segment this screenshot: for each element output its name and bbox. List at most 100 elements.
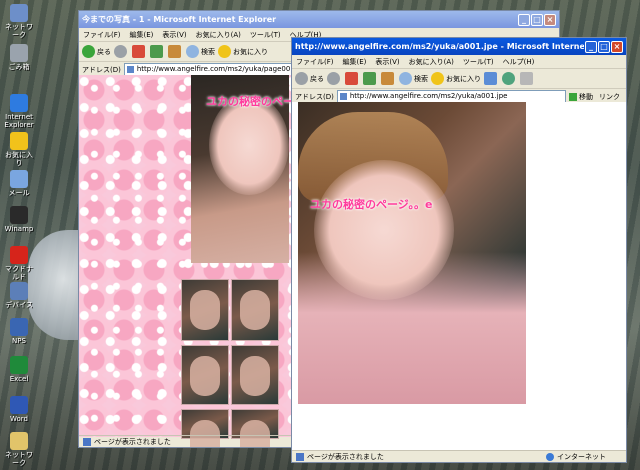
stop-icon (345, 72, 358, 85)
desktop-icon[interactable]: ネットワーク (2, 432, 36, 467)
desktop-icon[interactable]: デバイス (2, 282, 36, 309)
title-bar[interactable]: 今までの写真 - 1 - Microsoft Internet Explorer… (79, 11, 559, 28)
thumbnail-photo[interactable] (231, 279, 279, 341)
mcafee-icon (10, 246, 28, 264)
menu-file[interactable]: ファイル(F) (296, 57, 334, 67)
page-done-icon (296, 452, 304, 461)
desktop-icon-label: ネットワーク (5, 23, 33, 39)
stop-button[interactable] (132, 45, 147, 59)
desktop-icon-label: Word (10, 415, 28, 423)
ie-icon (10, 94, 28, 112)
blurred-face (314, 160, 454, 300)
desktop-icon[interactable]: NPS (2, 318, 36, 345)
favorites-button[interactable]: お気に入り (431, 72, 481, 86)
desktop-icon[interactable]: Excel (2, 356, 36, 383)
forward-button[interactable] (114, 45, 129, 59)
links-button[interactable]: リンク (599, 92, 620, 102)
favorites-button[interactable]: お気に入り (218, 45, 268, 59)
back-button[interactable]: 戻る (82, 45, 111, 59)
stop-button[interactable] (345, 72, 360, 86)
ie-window-front[interactable]: http://www.angelfire.com/ms2/yuka/a001.j… (291, 37, 627, 463)
globe-icon (546, 452, 554, 461)
main-photo (298, 102, 526, 404)
menu-tools[interactable]: ツール(T) (463, 57, 494, 67)
maximize-button[interactable]: □ (531, 13, 543, 26)
star-icon (431, 72, 444, 85)
status-bar: ページが表示されました インターネット (292, 450, 626, 462)
desktop-icon[interactable]: お気に入り (2, 132, 36, 167)
printer-icon (520, 72, 533, 85)
desktop-icon[interactable]: Word (2, 396, 36, 423)
forward-arrow-icon (114, 45, 127, 58)
desktop-icon[interactable]: Winamp (2, 206, 36, 233)
media-icon (484, 72, 497, 85)
thumbnail-photo[interactable] (231, 345, 279, 405)
close-button[interactable]: × (544, 13, 556, 26)
desktop-icon-label: メール (8, 189, 30, 197)
search-button[interactable]: 検索 (399, 72, 428, 86)
menu-edit[interactable]: 編集(E) (343, 57, 367, 67)
nps-icon (10, 318, 28, 336)
desktop-icon[interactable]: ごみ箱 (2, 44, 36, 71)
forward-button[interactable] (327, 72, 342, 86)
word-icon (10, 396, 28, 414)
status-text: ページが表示されました (307, 452, 384, 461)
close-button[interactable]: × (611, 40, 623, 53)
desktop-icon-label: Internet Explorer (4, 113, 34, 129)
folder-icon (10, 432, 28, 450)
thumbnail-photo[interactable] (181, 279, 229, 341)
menu-view[interactable]: 表示(V) (162, 30, 186, 40)
menu-help[interactable]: ヘルプ(H) (503, 57, 535, 67)
menu-tools[interactable]: ツール(T) (250, 30, 281, 40)
desktop-icon[interactable]: メール (2, 170, 36, 197)
back-arrow-icon (295, 72, 308, 85)
photo-caption: ユカの秘密のページ。。e (310, 198, 433, 211)
device-icon (10, 282, 28, 300)
desktop-icon[interactable]: Internet Explorer (2, 94, 36, 129)
menu-edit[interactable]: 編集(E) (130, 30, 154, 40)
home-button[interactable] (381, 72, 396, 86)
search-icon (399, 72, 412, 85)
go-button[interactable]: 移動 (579, 92, 593, 102)
blurred-face (209, 95, 289, 195)
window-title: 今までの写真 - 1 - Microsoft Internet Explorer (82, 15, 277, 24)
minimize-button[interactable]: _ (518, 13, 530, 26)
page-icon (339, 93, 347, 100)
refresh-button[interactable] (363, 72, 378, 86)
home-icon (168, 45, 181, 58)
history-button[interactable] (502, 72, 517, 86)
back-button[interactable]: 戻る (295, 72, 324, 86)
refresh-icon (363, 72, 376, 85)
mail-icon (10, 170, 28, 188)
go-arrow-icon[interactable] (569, 92, 577, 101)
media-button[interactable] (484, 72, 499, 86)
home-button[interactable] (168, 45, 183, 59)
desktop-icon[interactable]: ネットワーク (2, 4, 36, 39)
window-title: http://www.angelfire.com/ms2/yuka/a001.j… (295, 42, 584, 51)
desktop-icon-label: Winamp (4, 225, 34, 233)
page-banner: ユカの秘密のペー (206, 95, 294, 108)
title-bar[interactable]: http://www.angelfire.com/ms2/yuka/a001.j… (292, 38, 626, 55)
address-label: アドレス(D) (295, 92, 334, 101)
search-button[interactable]: 検索 (186, 45, 215, 59)
stop-icon (132, 45, 145, 58)
desktop-icon-label: マクドナルド (5, 265, 33, 281)
refresh-icon (150, 45, 163, 58)
desktop-icon-label: Excel (9, 375, 29, 383)
desktop-icon-label: お気に入り (5, 151, 33, 167)
thumbnail-photo[interactable] (181, 345, 229, 405)
menu-favorites[interactable]: お気に入り(A) (196, 30, 241, 40)
page-icon (126, 66, 134, 73)
refresh-button[interactable] (150, 45, 165, 59)
page-done-icon (83, 437, 91, 446)
recycle-bin-icon (10, 44, 28, 62)
minimize-button[interactable]: _ (585, 40, 597, 53)
status-text: ページが表示されました (94, 437, 171, 446)
menu-file[interactable]: ファイル(F) (83, 30, 121, 40)
maximize-button[interactable]: □ (598, 40, 610, 53)
history-icon (502, 72, 515, 85)
desktop-icon[interactable]: マクドナルド (2, 246, 36, 281)
menu-favorites[interactable]: お気に入り(A) (409, 57, 454, 67)
print-button[interactable] (520, 72, 535, 86)
menu-view[interactable]: 表示(V) (375, 57, 399, 67)
